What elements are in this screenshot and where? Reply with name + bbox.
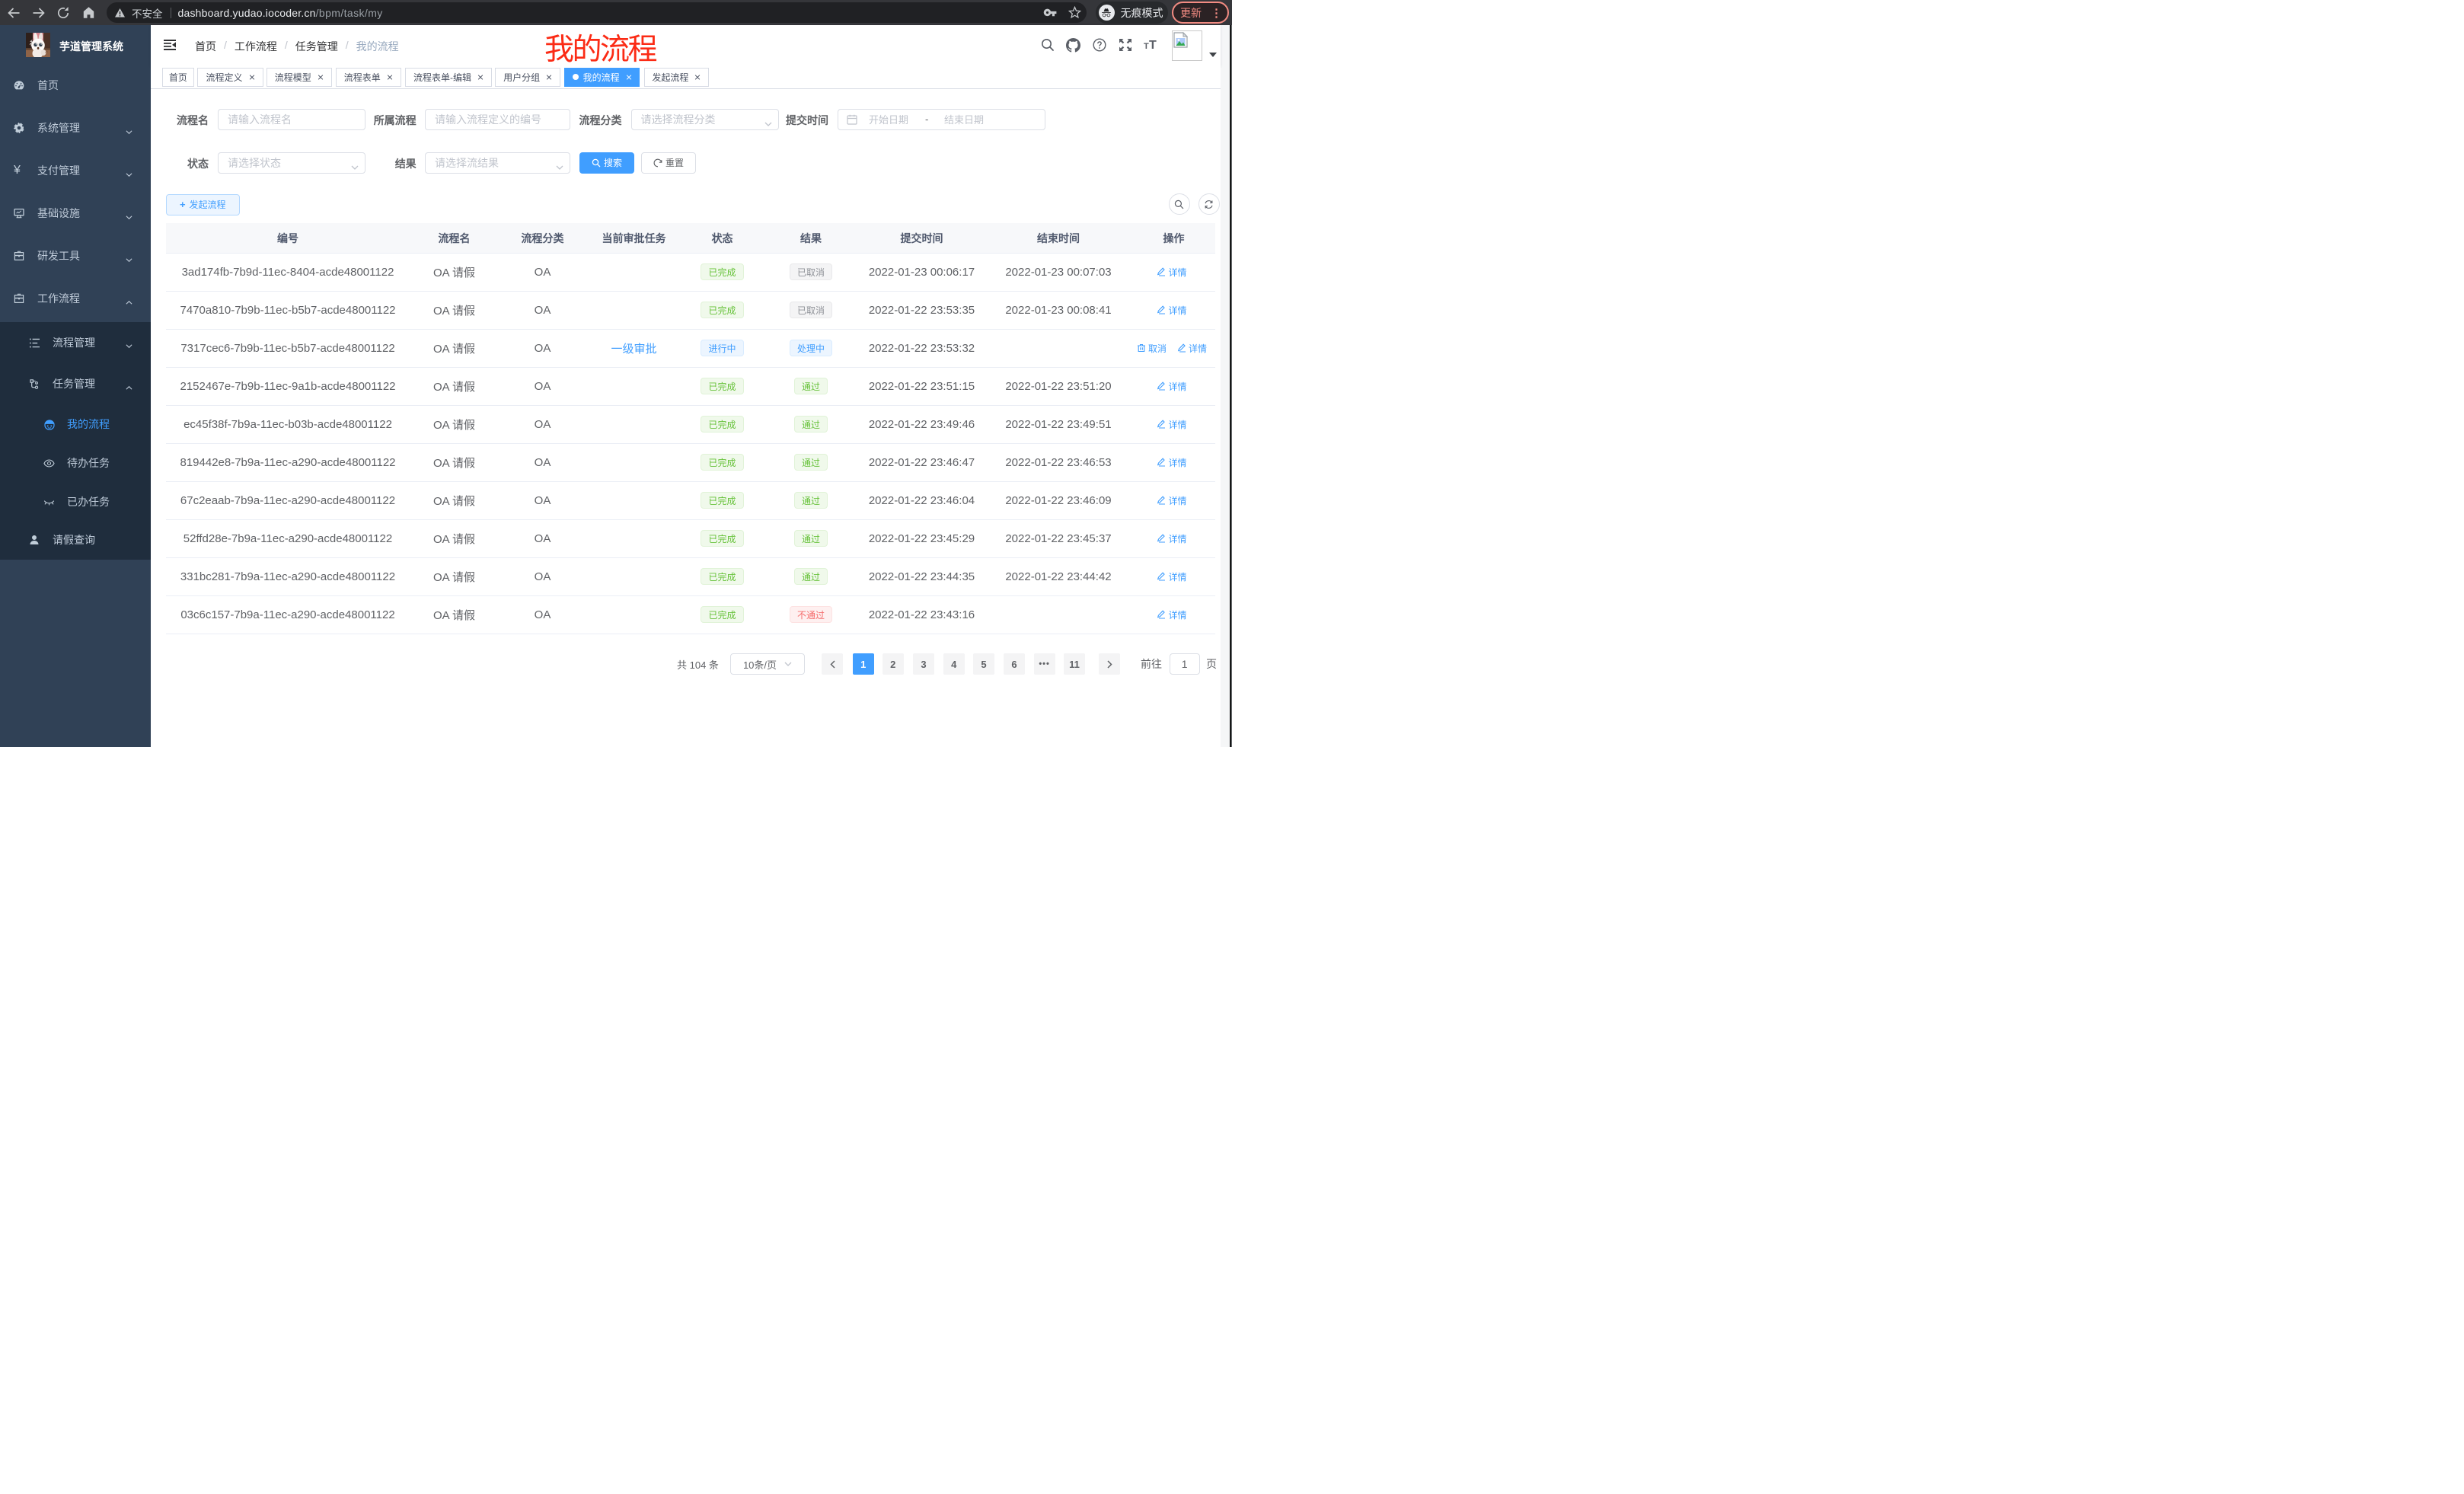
svg-text:T: T <box>1144 42 1149 51</box>
svg-text:T: T <box>1149 39 1157 52</box>
